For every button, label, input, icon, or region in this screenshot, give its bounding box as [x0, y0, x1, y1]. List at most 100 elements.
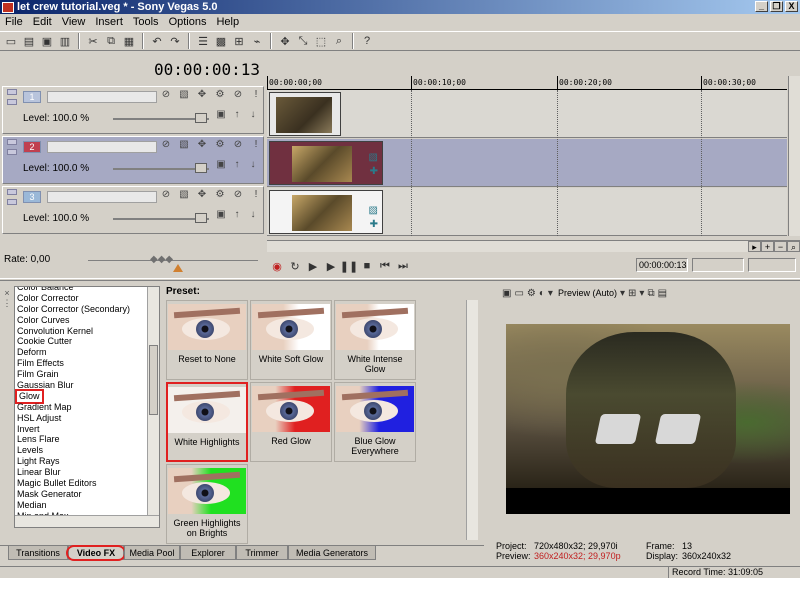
preset-thumbnail[interactable]: Blue Glow Everywhere: [334, 382, 416, 462]
tab-media-pool[interactable]: Media Pool: [124, 546, 180, 560]
fx-list-item[interactable]: Color Corrector: [15, 293, 159, 304]
track-motion-icon[interactable]: ✥: [195, 89, 209, 103]
external-monitor-icon[interactable]: ▭: [514, 288, 523, 299]
track-header-3[interactable]: 3 ⊘ ▧ ✥ ⚙ ⊘ ! Level: 100.0 % ▣ ↑ ↓: [2, 186, 264, 234]
selection-start-field[interactable]: [692, 258, 744, 272]
split-screen-icon[interactable]: ◐: [539, 288, 545, 299]
track-lane-2[interactable]: ▧ ✚: [267, 139, 787, 187]
record-button[interactable]: ◉: [268, 258, 286, 274]
snap-icon[interactable]: ⊞: [231, 33, 247, 49]
play-button[interactable]: ▶: [322, 258, 340, 274]
track-lane-3[interactable]: ▧ ✚: [267, 188, 787, 236]
menu-help[interactable]: Help: [211, 16, 244, 28]
track-level-knob[interactable]: [195, 113, 207, 123]
menu-options[interactable]: Options: [164, 16, 212, 28]
track-grip[interactable]: [7, 139, 19, 183]
fx-list-scrollbar[interactable]: [147, 287, 159, 517]
rate-slider-knob[interactable]: ◆◆◆: [150, 254, 173, 265]
fx-list[interactable]: Color Balance Color Corrector Color Correc…: [14, 286, 160, 528]
timeline-vertical-scrollbar[interactable]: [788, 76, 800, 236]
compositing-mode-icon[interactable]: ▧: [177, 139, 191, 153]
fx-list-hscrollbar[interactable]: [15, 515, 159, 527]
stop-button[interactable]: ■: [358, 258, 376, 274]
fx-list-item[interactable]: Cookie Cutter: [15, 336, 159, 347]
menu-tools[interactable]: Tools: [128, 16, 164, 28]
fx-list-item[interactable]: Mask Generator: [15, 489, 159, 500]
fx-list-item[interactable]: Deform: [15, 347, 159, 358]
whats-this-icon[interactable]: ?: [359, 33, 375, 49]
fx-list-item-selected[interactable]: Glow: [15, 388, 44, 404]
parent-composite-icon[interactable]: ▣: [215, 159, 227, 173]
bypass-motion-blur-icon[interactable]: ⊘: [159, 189, 173, 203]
track-level-knob[interactable]: [195, 163, 207, 173]
fx-list-item[interactable]: Color Corrector (Secondary): [15, 304, 159, 315]
event-fx-icon[interactable]: ✚: [370, 166, 378, 177]
track-motion-icon[interactable]: ✥: [195, 139, 209, 153]
fx-list-item[interactable]: Levels: [15, 445, 159, 456]
time-ruler[interactable]: 00:00:00;00 00:00:10;00 00:00:20;00 00:0…: [267, 76, 787, 90]
timeline-horizontal-scrollbar[interactable]: ▸ + − ⌕: [267, 240, 800, 252]
tab-explorer[interactable]: Explorer: [180, 546, 236, 560]
tab-media-generators[interactable]: Media Generators: [288, 546, 376, 560]
normal-edit-tool-icon[interactable]: ✥: [277, 33, 293, 49]
track-fx-icon[interactable]: ⚙: [213, 139, 227, 153]
undo-icon[interactable]: ↶: [149, 33, 165, 49]
track-grip[interactable]: [7, 189, 19, 233]
track-name-field[interactable]: [47, 191, 157, 203]
panel-grip[interactable]: × ⋮: [2, 288, 12, 338]
dropdown-arrow-icon[interactable]: ▾: [620, 288, 625, 299]
preset-thumbnail[interactable]: Green Highlights on Brights: [166, 464, 248, 544]
menu-edit[interactable]: Edit: [28, 16, 57, 28]
mixer-icon[interactable]: ▩: [213, 33, 229, 49]
preset-scrollbar[interactable]: [466, 300, 478, 540]
track-fx-icon[interactable]: ⚙: [213, 89, 227, 103]
new-icon[interactable]: ▭: [3, 33, 19, 49]
track-header-1[interactable]: 1 ⊘ ▧ ✥ ⚙ ⊘ ! Level: 100.0 % ▣ ↑ ↓: [2, 86, 264, 134]
make-composite-child-icon[interactable]: ↑: [231, 209, 243, 223]
paste-icon[interactable]: ▦: [121, 33, 137, 49]
track-name-field[interactable]: [47, 141, 157, 153]
make-composite-parent-icon[interactable]: ↓: [247, 209, 259, 223]
close-button[interactable]: X: [785, 1, 798, 12]
cut-icon[interactable]: ✂: [85, 33, 101, 49]
copy-snapshot-icon[interactable]: ⧉: [647, 288, 654, 299]
fx-list-item[interactable]: Film Grain: [15, 369, 159, 380]
solo-icon[interactable]: !: [249, 89, 263, 103]
bypass-motion-blur-icon[interactable]: ⊘: [159, 89, 173, 103]
track-lane-1[interactable]: [267, 90, 787, 138]
panel-splitter[interactable]: [0, 278, 800, 281]
fx-list-item[interactable]: Lens Flare: [15, 434, 159, 445]
video-clip[interactable]: [269, 92, 341, 136]
preset-thumbnail[interactable]: White Highlights: [166, 382, 248, 462]
selection-length-field[interactable]: [748, 258, 796, 272]
go-to-start-button[interactable]: ⏮: [376, 258, 394, 274]
maximize-button[interactable]: ❒: [770, 1, 783, 12]
bypass-motion-blur-icon[interactable]: ⊘: [159, 139, 173, 153]
video-clip[interactable]: ▧ ✚: [269, 190, 383, 234]
preset-thumbnail[interactable]: Red Glow: [250, 382, 332, 462]
open-icon[interactable]: ▤: [21, 33, 37, 49]
zoom-icon[interactable]: ⌕: [787, 241, 800, 252]
envelope-tool-icon[interactable]: ⤡: [295, 33, 311, 49]
overlays-icon[interactable]: ⊞: [628, 288, 636, 299]
fx-list-item[interactable]: HSL Adjust: [15, 413, 159, 424]
fx-list-item[interactable]: Glow: [15, 388, 159, 404]
cursor-timecode[interactable]: 00:00:00:13: [636, 258, 688, 272]
close-panel-icon[interactable]: ×: [2, 288, 12, 298]
preset-thumbnail[interactable]: White Soft Glow: [250, 300, 332, 380]
make-composite-parent-icon[interactable]: ↓: [247, 159, 259, 173]
track-grip[interactable]: [7, 89, 19, 133]
rate-marker-icon[interactable]: [173, 264, 183, 272]
zoom-tool-icon[interactable]: ⌕: [331, 33, 347, 49]
zoom-out-button[interactable]: −: [774, 241, 787, 252]
mute-icon[interactable]: ⊘: [231, 139, 245, 153]
fx-list-item[interactable]: Color Balance: [15, 287, 159, 293]
preview-fx-icon[interactable]: ⚙: [527, 288, 536, 299]
parent-composite-icon[interactable]: ▣: [215, 209, 227, 223]
loop-button[interactable]: ↻: [286, 258, 304, 274]
fx-list-item[interactable]: Film Effects: [15, 358, 159, 369]
zoom-in-button[interactable]: +: [761, 241, 774, 252]
save-snapshot-icon[interactable]: ▤: [658, 288, 667, 299]
fx-list-item[interactable]: Median: [15, 500, 159, 511]
menu-view[interactable]: View: [57, 16, 91, 28]
